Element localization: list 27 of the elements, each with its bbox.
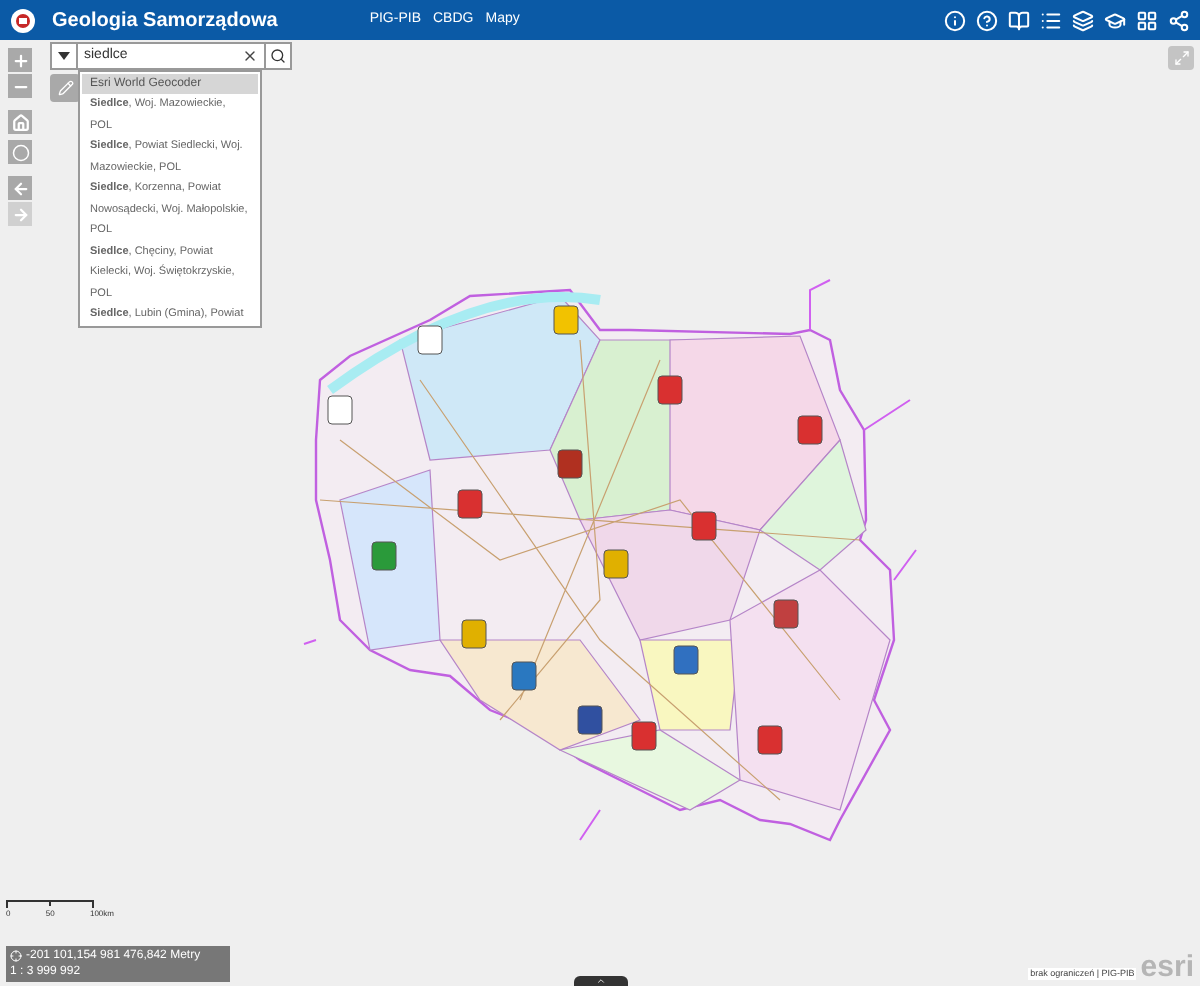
chevron-up-icon bbox=[596, 976, 606, 986]
home-icon bbox=[11, 113, 29, 131]
book-icon[interactable] bbox=[1008, 9, 1030, 31]
clear-icon[interactable] bbox=[242, 48, 258, 64]
circle-icon bbox=[11, 143, 29, 161]
share-icon[interactable] bbox=[1168, 9, 1190, 31]
bottom-panel-toggle[interactable] bbox=[574, 976, 628, 986]
list-icon[interactable] bbox=[1040, 9, 1062, 31]
app-title: Geologia Samorządowa bbox=[52, 7, 278, 35]
scale-bar bbox=[6, 900, 94, 908]
search-icon bbox=[270, 48, 286, 64]
arrow-right-icon bbox=[11, 205, 29, 223]
info-icon[interactable] bbox=[944, 9, 966, 31]
search-button[interactable] bbox=[264, 42, 292, 70]
caret-icon bbox=[58, 52, 70, 60]
grid-icon[interactable] bbox=[1136, 9, 1158, 31]
graduation-cap-icon[interactable] bbox=[1104, 9, 1126, 31]
plus-icon bbox=[11, 51, 29, 69]
crosshair-icon bbox=[10, 950, 22, 962]
expand-icon bbox=[1173, 50, 1189, 66]
esri-logo: esri bbox=[1140, 954, 1194, 980]
dropdown-button[interactable] bbox=[50, 42, 78, 70]
help-icon[interactable] bbox=[976, 9, 998, 31]
logo-icon bbox=[10, 7, 36, 33]
pencil-icon bbox=[57, 80, 73, 96]
layers-icon[interactable] bbox=[1072, 9, 1094, 31]
arrow-left-icon bbox=[11, 179, 29, 197]
